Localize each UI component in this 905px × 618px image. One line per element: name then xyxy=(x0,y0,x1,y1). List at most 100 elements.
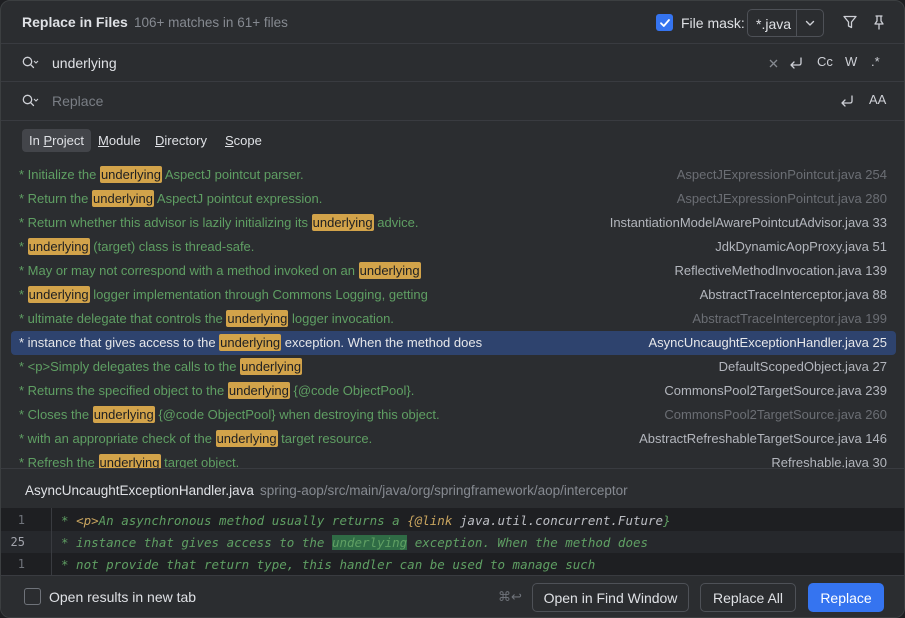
result-line-text: * Refresh the underlying target object. xyxy=(19,454,239,468)
replace-row: Replace AA xyxy=(1,81,904,119)
code-line-current: 25 * instance that gives access to the u… xyxy=(1,531,904,553)
result-row[interactable]: * Returns the specified object to the un… xyxy=(11,379,896,403)
result-row[interactable]: * Closes the underlying {@code ObjectPoo… xyxy=(11,403,896,427)
clear-icon[interactable] xyxy=(768,58,779,69)
replace-button[interactable]: Replace xyxy=(808,583,884,612)
filter-icon[interactable] xyxy=(841,13,859,31)
words-toggle[interactable]: W xyxy=(845,54,857,69)
result-line-text: * Return the underlying AspectJ pointcut… xyxy=(19,190,323,207)
result-file-location: AbstractTraceInterceptor.java 199 xyxy=(692,311,887,326)
match-highlight: underlying xyxy=(240,358,303,375)
result-file-location: ReflectiveMethodInvocation.java 139 xyxy=(674,263,888,278)
result-row[interactable]: * underlying logger implementation throu… xyxy=(11,283,896,307)
match-highlight: underlying xyxy=(226,310,289,327)
open-in-find-window-button[interactable]: Open in Find Window xyxy=(532,583,689,612)
result-file-location: AbstractRefreshableTargetSource.java 146 xyxy=(639,431,887,446)
combobox-divider xyxy=(796,10,797,36)
tab-scope[interactable]: Scope xyxy=(218,129,269,152)
tab-in-project[interactable]: In Project xyxy=(22,129,91,152)
code-line: 1 * <p>An asynchronous method usually re… xyxy=(1,509,904,531)
match-highlight: underlying xyxy=(227,382,290,399)
match-highlight: underlying xyxy=(99,166,162,183)
result-line-text: * with an appropriate check of the under… xyxy=(19,430,373,447)
search-input[interactable]: underlying xyxy=(52,55,117,71)
result-row[interactable]: * Refresh the underlying target object. R… xyxy=(11,451,896,468)
result-line-text: * Returns the specified object to the un… xyxy=(19,382,415,399)
result-file-location: AspectJExpressionPointcut.java 254 xyxy=(676,167,887,182)
replace-input[interactable]: Replace xyxy=(52,93,103,109)
pin-icon[interactable] xyxy=(870,13,888,31)
match-highlight: underlying xyxy=(92,190,154,207)
chevron-down-icon[interactable] xyxy=(802,15,818,31)
match-case-toggle[interactable]: Cc xyxy=(817,54,833,69)
preview-header: AsyncUncaughtExceptionHandler.java sprin… xyxy=(1,468,904,508)
regex-toggle[interactable]: .* xyxy=(871,54,880,69)
preview-file-path: spring-aop/src/main/java/org/springframe… xyxy=(260,483,628,498)
code-line: 1 * not provide that return type, this h… xyxy=(1,553,904,575)
result-line-text: * May or may not correspond with a metho… xyxy=(19,262,421,279)
checkmark-icon xyxy=(659,18,670,27)
result-row[interactable]: * ultimate delegate that controls the un… xyxy=(11,307,896,331)
dialog-title: Replace in Files xyxy=(22,14,128,30)
search-history-icon[interactable] xyxy=(21,55,39,71)
dialog-header: Replace in Files 106+ matches in 61+ fil… xyxy=(1,1,904,43)
file-mask-value[interactable]: *.java xyxy=(756,16,791,32)
result-file-location: DefaultScopedObject.java 27 xyxy=(718,359,887,374)
match-highlight: underlying xyxy=(311,214,374,231)
match-highlight: underlying xyxy=(27,238,90,255)
match-highlight: underlying xyxy=(219,334,282,351)
result-line-text: * Return whether this advisor is lazily … xyxy=(19,214,419,231)
result-line-text: * underlying (target) class is thread-sa… xyxy=(19,238,255,255)
result-row[interactable]: * underlying (target) class is thread-sa… xyxy=(11,235,896,259)
new-line-icon[interactable] xyxy=(839,93,856,109)
preview-file-name: AsyncUncaughtExceptionHandler.java xyxy=(25,483,254,498)
preserve-case-toggle[interactable]: AA xyxy=(869,92,886,107)
search-row: underlying Cc W .* xyxy=(1,43,904,81)
match-highlight: underlying xyxy=(215,430,278,447)
code-text: * not provide that return type, this han… xyxy=(61,557,596,572)
line-number: 1 xyxy=(17,513,25,527)
result-file-location: InstantiationModelAwarePointcutAdvisor.j… xyxy=(609,215,887,230)
tab-module[interactable]: Module xyxy=(91,129,148,152)
file-mask-label: File mask: xyxy=(681,15,745,31)
code-text: * <p>An asynchronous method usually retu… xyxy=(61,513,671,528)
result-file-location: AsyncUncaughtExceptionHandler.java 25 xyxy=(648,335,887,350)
match-highlight: underlying xyxy=(92,406,155,423)
dialog-footer: Open results in new tab ⌘↩ Open in Find … xyxy=(1,575,904,617)
scope-tabs: In Project Module Directory Scope xyxy=(1,120,904,160)
result-line-text: * Closes the underlying {@code ObjectPoo… xyxy=(19,406,440,423)
result-file-location: Refreshable.java 30 xyxy=(771,455,887,468)
code-preview[interactable]: 1 * <p>An asynchronous method usually re… xyxy=(1,508,904,575)
match-highlight: underlying xyxy=(98,454,161,468)
new-line-icon[interactable] xyxy=(788,55,805,71)
match-count: 106+ matches in 61+ files xyxy=(134,15,288,30)
open-in-new-tab-label[interactable]: Open results in new tab xyxy=(49,589,196,605)
result-file-location: CommonsPool2TargetSource.java 239 xyxy=(664,383,887,398)
result-line-text: * instance that gives access to the unde… xyxy=(19,334,483,351)
code-match-highlight: underlying xyxy=(331,535,408,550)
result-row[interactable]: * instance that gives access to the unde… xyxy=(11,331,896,355)
result-line-text: * ultimate delegate that controls the un… xyxy=(19,310,394,327)
replace-history-icon[interactable] xyxy=(21,93,39,109)
file-mask-checkbox[interactable] xyxy=(656,14,673,31)
results-list: * Initialize the underlying AspectJ poin… xyxy=(1,163,904,468)
line-number: 25 xyxy=(10,535,25,549)
open-in-new-tab-checkbox[interactable] xyxy=(24,588,41,605)
result-row[interactable]: * Return the underlying AspectJ pointcut… xyxy=(11,187,896,211)
shortcut-hint: ⌘↩ xyxy=(498,589,522,604)
result-line-text: * underlying logger implementation throu… xyxy=(19,286,428,303)
result-file-location: JdkDynamicAopProxy.java 51 xyxy=(715,239,887,254)
line-number: 1 xyxy=(17,557,25,571)
result-row[interactable]: * with an appropriate check of the under… xyxy=(11,427,896,451)
result-file-location: AbstractTraceInterceptor.java 88 xyxy=(699,287,887,302)
result-row[interactable]: * Return whether this advisor is lazily … xyxy=(11,211,896,235)
replace-in-files-dialog: Replace in Files 106+ matches in 61+ fil… xyxy=(0,0,905,618)
tab-directory[interactable]: Directory xyxy=(148,129,214,152)
replace-all-button[interactable]: Replace All xyxy=(700,583,796,612)
result-row[interactable]: * May or may not correspond with a metho… xyxy=(11,259,896,283)
match-highlight: underlying xyxy=(358,262,421,279)
gutter-divider xyxy=(51,508,52,575)
result-row[interactable]: * Initialize the underlying AspectJ poin… xyxy=(11,163,896,187)
result-row[interactable]: * <p>Simply delegates the calls to the u… xyxy=(11,355,896,379)
file-mask-combobox[interactable]: *.java xyxy=(747,9,824,37)
